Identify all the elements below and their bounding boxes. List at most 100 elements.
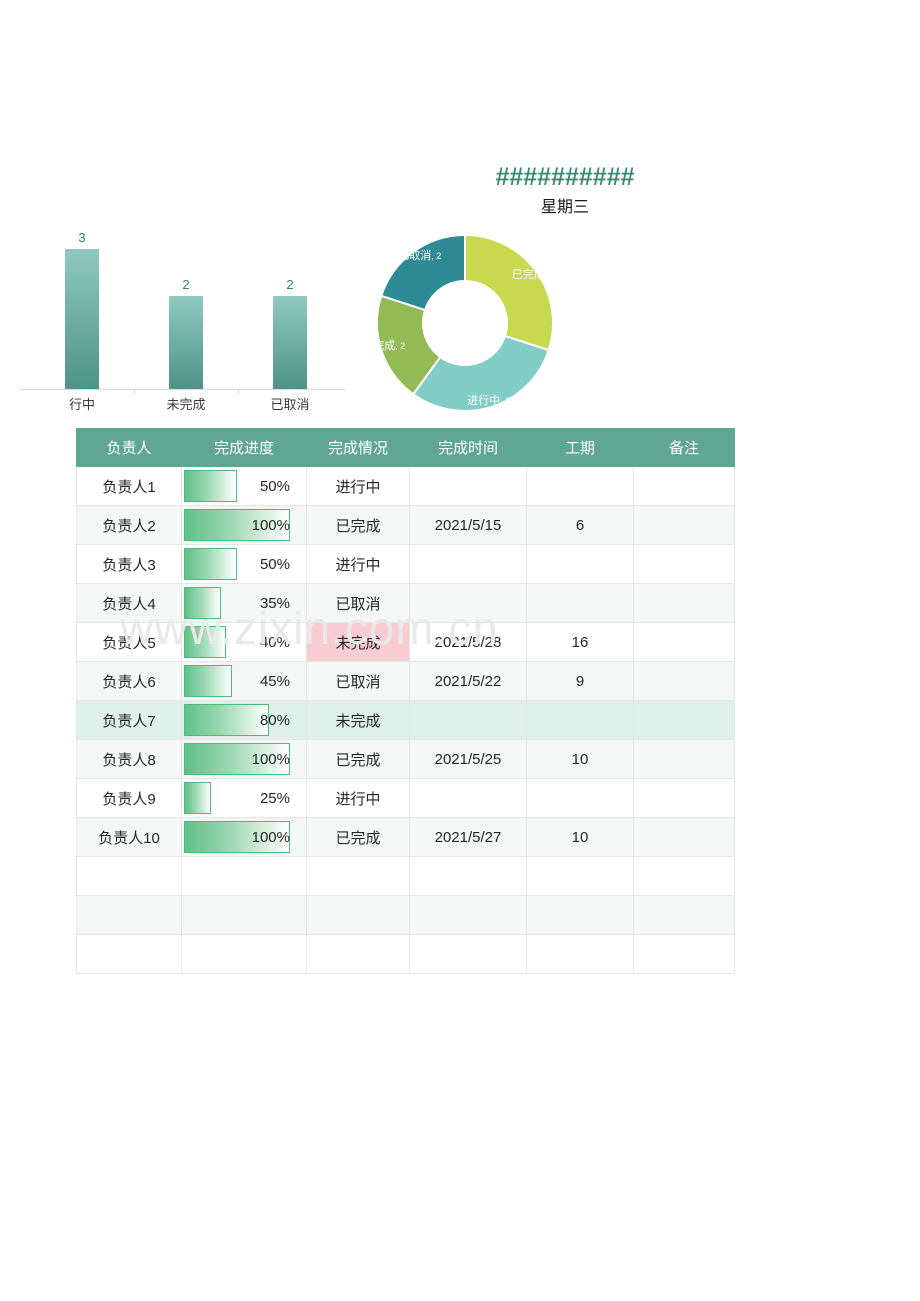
cell-progress[interactable]: 100% <box>181 739 307 779</box>
cell-owner[interactable]: 负责人1 <box>76 466 182 506</box>
cell-owner[interactable] <box>76 934 182 974</box>
cell-duration[interactable]: 16 <box>526 622 634 662</box>
cell-progress[interactable] <box>181 856 307 896</box>
cell-owner[interactable] <box>76 895 182 935</box>
table-row[interactable] <box>76 856 735 896</box>
cell-status[interactable]: 已取消 <box>306 583 410 623</box>
cell-date[interactable]: 2021/5/28 <box>409 622 527 662</box>
cell-note[interactable] <box>633 466 735 506</box>
col-header-status[interactable]: 完成情况 <box>306 428 410 467</box>
cell-date[interactable] <box>409 778 527 818</box>
col-header-progress[interactable]: 完成进度 <box>181 428 307 467</box>
cell-status[interactable]: 已完成 <box>306 739 410 779</box>
cell-note[interactable] <box>633 895 735 935</box>
cell-duration[interactable]: 10 <box>526 817 634 857</box>
donut-slice-label: 未完成, 2 <box>362 339 406 352</box>
cell-status[interactable] <box>306 934 410 974</box>
cell-duration[interactable]: 9 <box>526 661 634 701</box>
table-row[interactable] <box>76 895 735 935</box>
table-row[interactable]: 负责人2 100% 已完成 2021/5/15 6 <box>76 505 735 545</box>
cell-date[interactable] <box>409 544 527 584</box>
cell-note[interactable] <box>633 583 735 623</box>
cell-duration[interactable] <box>526 700 634 740</box>
cell-note[interactable] <box>633 778 735 818</box>
cell-note[interactable] <box>633 934 735 974</box>
cell-date[interactable] <box>409 583 527 623</box>
table-row[interactable]: 负责人1 50% 进行中 <box>76 466 735 506</box>
cell-owner[interactable]: 负责人10 <box>76 817 182 857</box>
cell-duration[interactable]: 6 <box>526 505 634 545</box>
cell-date[interactable] <box>409 466 527 506</box>
cell-progress[interactable]: 35% <box>181 583 307 623</box>
cell-owner[interactable]: 负责人8 <box>76 739 182 779</box>
cell-duration[interactable] <box>526 856 634 896</box>
cell-owner[interactable]: 负责人3 <box>76 544 182 584</box>
cell-progress[interactable] <box>181 895 307 935</box>
cell-date[interactable] <box>409 700 527 740</box>
cell-date[interactable] <box>409 934 527 974</box>
cell-progress[interactable]: 45% <box>181 661 307 701</box>
cell-note[interactable] <box>633 622 735 662</box>
col-header-duration[interactable]: 工期 <box>526 428 634 467</box>
cell-duration[interactable] <box>526 895 634 935</box>
cell-status[interactable]: 已完成 <box>306 817 410 857</box>
cell-status[interactable]: 已取消 <box>306 661 410 701</box>
table-row[interactable]: 负责人6 45% 已取消 2021/5/22 9 <box>76 661 735 701</box>
cell-duration[interactable]: 10 <box>526 739 634 779</box>
table-row[interactable]: 负责人9 25% 进行中 <box>76 778 735 818</box>
cell-note[interactable] <box>633 817 735 857</box>
cell-date[interactable]: 2021/5/15 <box>409 505 527 545</box>
table-row[interactable]: 负责人5 40% 未完成 2021/5/28 16 <box>76 622 735 662</box>
cell-duration[interactable] <box>526 544 634 584</box>
cell-progress[interactable]: 40% <box>181 622 307 662</box>
table-row[interactable]: 负责人3 50% 进行中 <box>76 544 735 584</box>
cell-note[interactable] <box>633 505 735 545</box>
bar-category-label: 未完成 <box>166 397 206 412</box>
cell-status[interactable]: 进行中 <box>306 544 410 584</box>
cell-progress[interactable]: 50% <box>181 544 307 584</box>
col-header-note[interactable]: 备注 <box>633 428 735 467</box>
cell-owner[interactable]: 负责人7 <box>76 700 182 740</box>
bar-value-label: 2 <box>182 277 190 292</box>
cell-status[interactable]: 未完成 <box>306 622 410 662</box>
col-header-date[interactable]: 完成时间 <box>409 428 527 467</box>
cell-progress[interactable]: 25% <box>181 778 307 818</box>
table-row[interactable]: 负责人7 80% 未完成 <box>76 700 735 740</box>
cell-duration[interactable] <box>526 466 634 506</box>
cell-status[interactable]: 未完成 <box>306 700 410 740</box>
cell-owner[interactable]: 负责人6 <box>76 661 182 701</box>
cell-status[interactable] <box>306 856 410 896</box>
cell-status[interactable]: 已完成 <box>306 505 410 545</box>
cell-status[interactable] <box>306 895 410 935</box>
cell-note[interactable] <box>633 661 735 701</box>
cell-owner[interactable]: 负责人2 <box>76 505 182 545</box>
cell-status[interactable]: 进行中 <box>306 778 410 818</box>
cell-date[interactable]: 2021/5/27 <box>409 817 527 857</box>
cell-owner[interactable]: 负责人9 <box>76 778 182 818</box>
cell-date[interactable]: 2021/5/22 <box>409 661 527 701</box>
cell-progress[interactable] <box>181 934 307 974</box>
col-header-owner[interactable]: 负责人 <box>76 428 182 467</box>
cell-progress[interactable]: 50% <box>181 466 307 506</box>
cell-note[interactable] <box>633 700 735 740</box>
table-row[interactable] <box>76 934 735 974</box>
table-row[interactable]: 负责人8 100% 已完成 2021/5/25 10 <box>76 739 735 779</box>
cell-duration[interactable] <box>526 583 634 623</box>
cell-progress[interactable]: 100% <box>181 817 307 857</box>
cell-duration[interactable] <box>526 778 634 818</box>
cell-note[interactable] <box>633 544 735 584</box>
cell-owner[interactable]: 负责人5 <box>76 622 182 662</box>
cell-date[interactable] <box>409 895 527 935</box>
cell-date[interactable]: 2021/5/25 <box>409 739 527 779</box>
cell-note[interactable] <box>633 856 735 896</box>
table-row[interactable]: 负责人10 100% 已完成 2021/5/27 10 <box>76 817 735 857</box>
cell-owner[interactable] <box>76 856 182 896</box>
cell-progress[interactable]: 80% <box>181 700 307 740</box>
cell-date[interactable] <box>409 856 527 896</box>
cell-note[interactable] <box>633 739 735 779</box>
table-row[interactable]: 负责人4 35% 已取消 <box>76 583 735 623</box>
cell-duration[interactable] <box>526 934 634 974</box>
cell-progress[interactable]: 100% <box>181 505 307 545</box>
cell-status[interactable]: 进行中 <box>306 466 410 506</box>
cell-owner[interactable]: 负责人4 <box>76 583 182 623</box>
